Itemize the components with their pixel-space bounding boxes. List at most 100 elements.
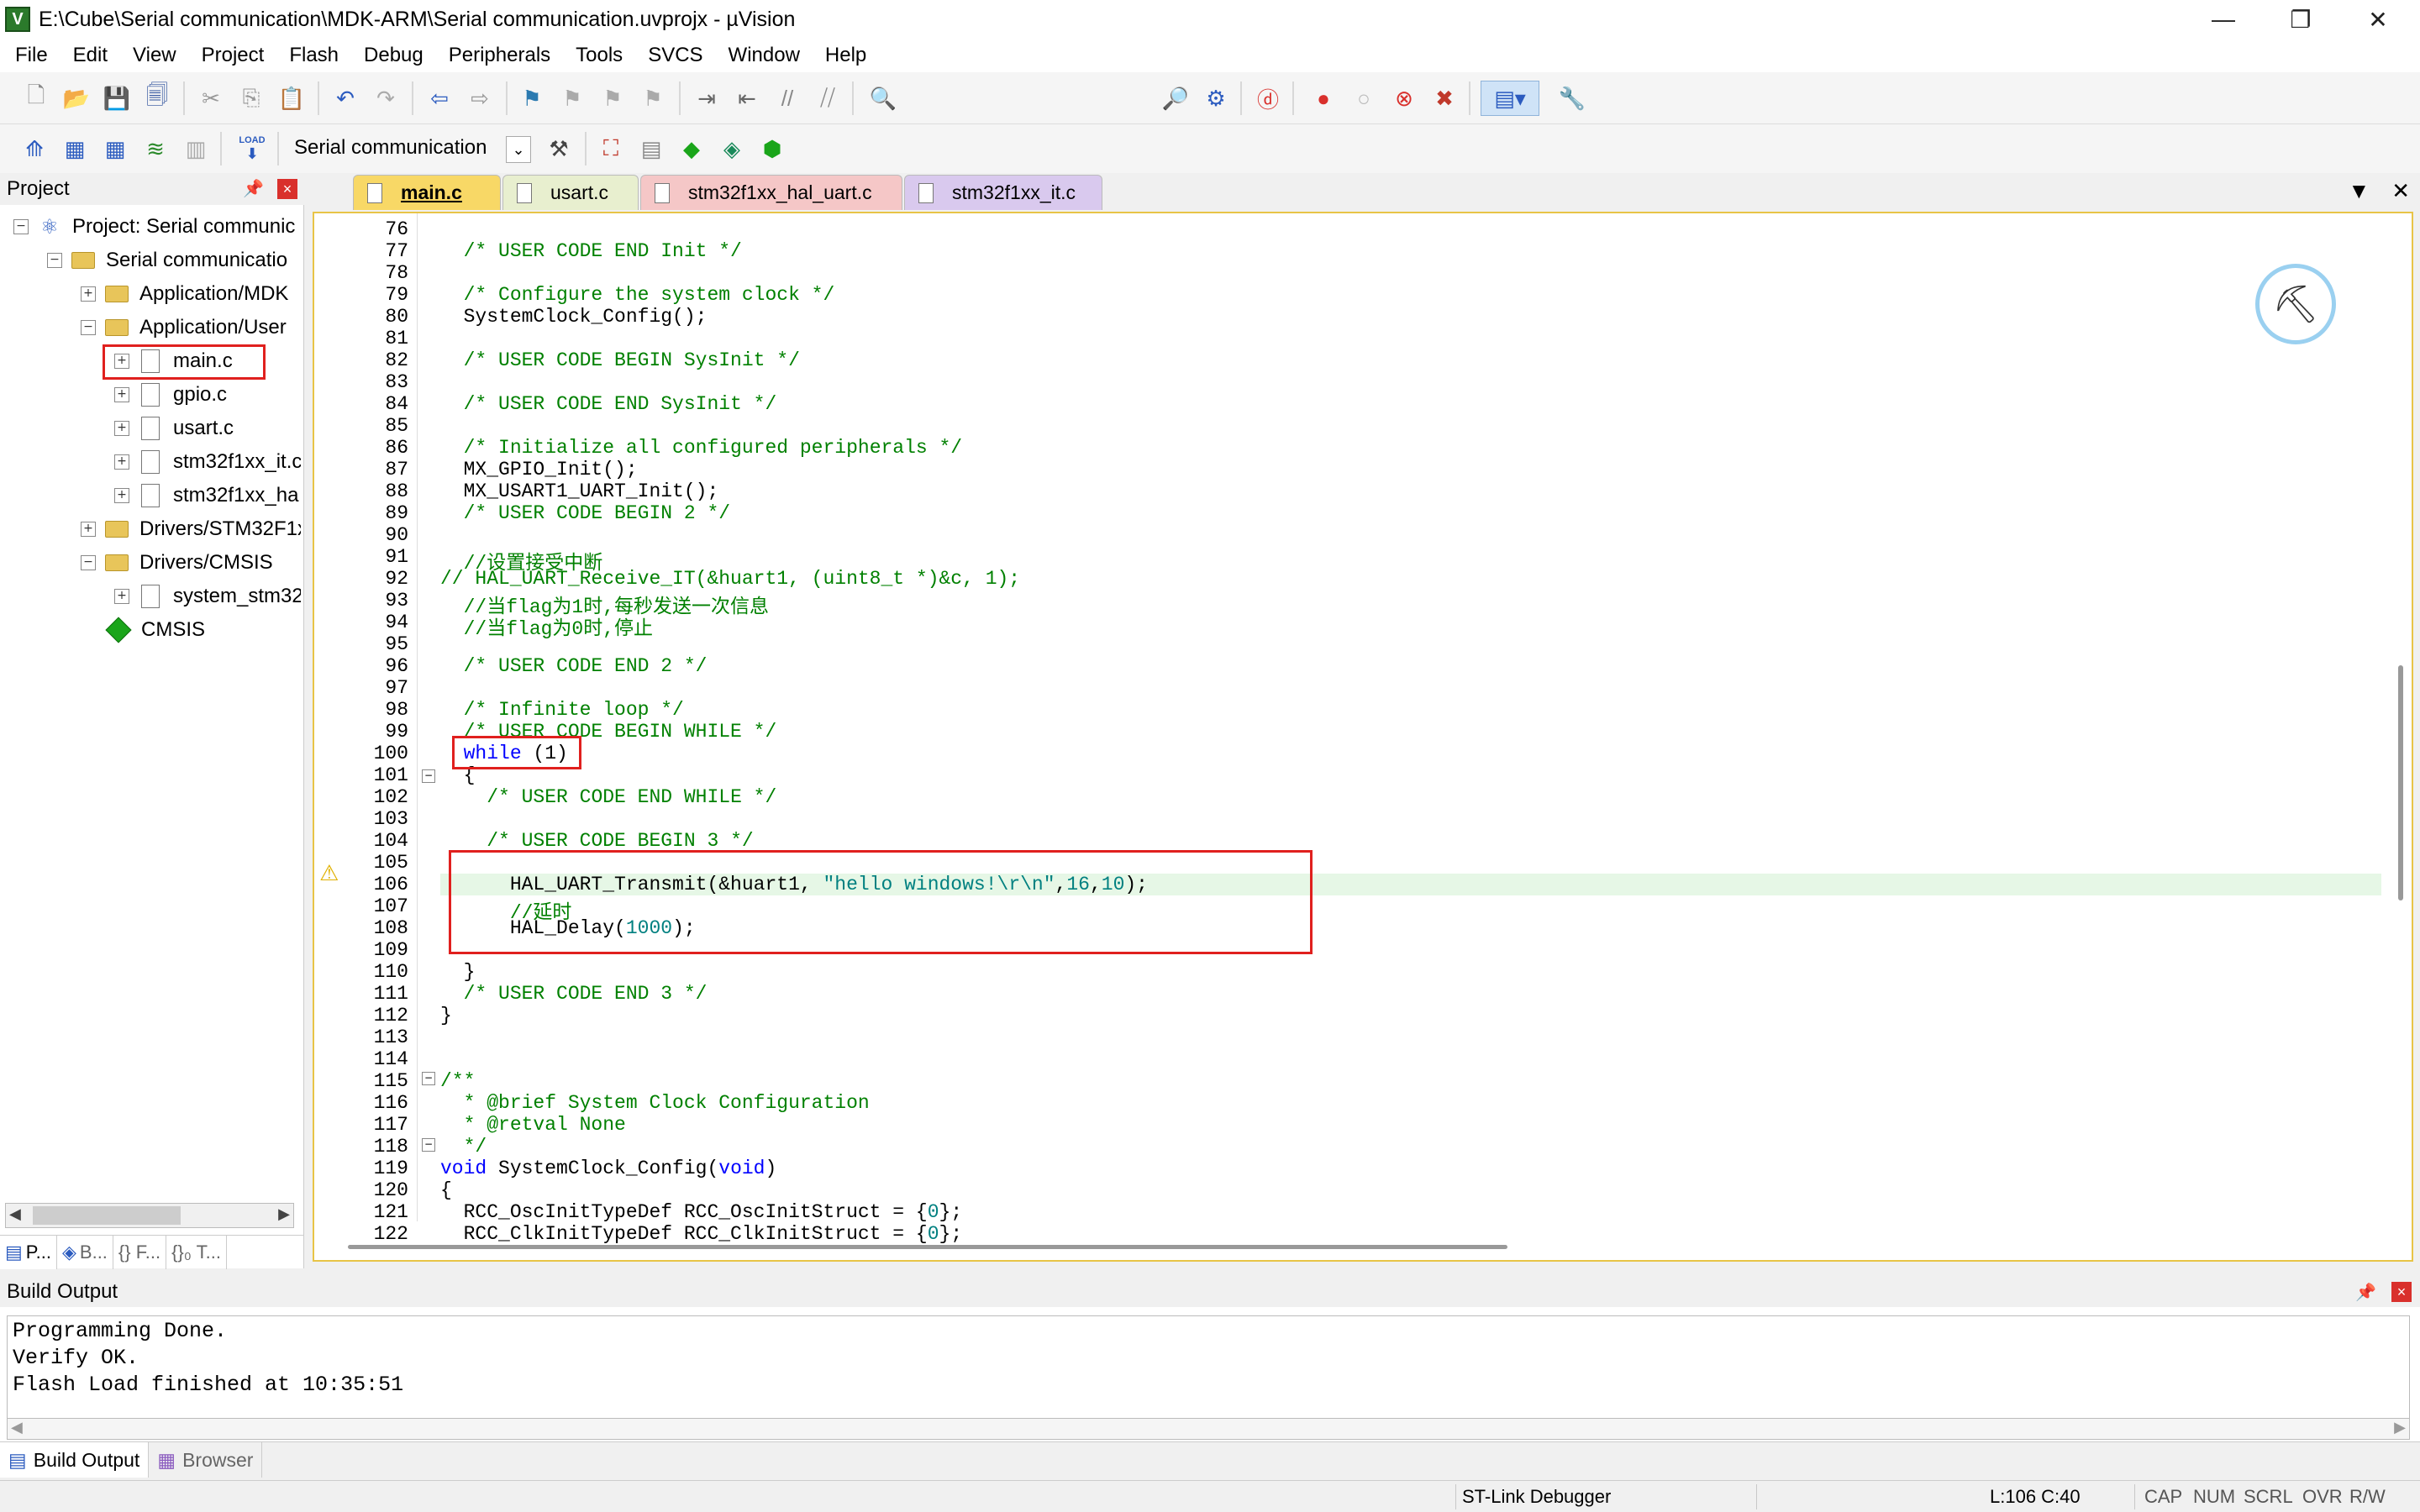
pin-icon[interactable]: 📌 (2355, 1282, 2376, 1303)
menu-file[interactable]: File (5, 44, 58, 67)
redo-icon[interactable]: ↷ (370, 82, 402, 114)
menu-svcs[interactable]: SVCS (638, 44, 713, 67)
tab-browser[interactable]: ▦ Browser (149, 1442, 263, 1478)
navigate-back-icon[interactable]: ⇦ (424, 82, 455, 114)
tree-node-drivers-cmsis[interactable]: − Drivers/CMSIS (81, 546, 273, 580)
restore-button[interactable]: ❐ (2262, 0, 2339, 39)
rebuild-icon[interactable]: ▦ (99, 133, 131, 165)
code-editor[interactable]: 76 77 78 79 80 81 82 83 84 85 86 87 88 89 90 91 92 93 94 95… (313, 212, 2413, 1262)
cut-icon[interactable]: ✂ (195, 82, 227, 114)
scroll-left-icon[interactable]: ◀ (9, 1205, 21, 1223)
collapse-icon[interactable]: − (47, 253, 62, 268)
save-icon[interactable]: 💾 (101, 82, 133, 114)
code-line[interactable]: /* USER CODE BEGIN 2 */ (440, 502, 730, 524)
tree-node-cmsis[interactable]: CMSIS (105, 613, 205, 647)
target-dropdown[interactable]: ⌄ (506, 136, 531, 163)
code-line[interactable]: { (440, 1179, 452, 1201)
code-line[interactable]: SystemClock_Config(); (440, 306, 708, 328)
expand-icon[interactable]: + (81, 286, 96, 302)
tree-node-application-user[interactable]: − Application/User (81, 311, 287, 344)
bookmark-icon[interactable]: ⚑ (516, 82, 548, 114)
code-line[interactable]: MX_USART1_UART_Init(); (440, 480, 719, 502)
incremental-find-icon[interactable]: ⚙ (1200, 82, 1232, 114)
tab-project[interactable]: ▤ P... (0, 1236, 57, 1269)
open-file-icon[interactable]: 📂 (60, 82, 92, 114)
expand-icon[interactable]: + (81, 522, 96, 537)
menu-flash[interactable]: Flash (279, 44, 349, 67)
code-line[interactable]: void SystemClock_Config(void) (440, 1158, 776, 1179)
menu-peripherals[interactable]: Peripherals (439, 44, 560, 67)
code-line[interactable]: /* Initialize all configured peripherals… (440, 437, 963, 459)
navigate-forward-icon[interactable]: ⇨ (464, 82, 496, 114)
prev-bookmark-icon[interactable]: ⚑ (556, 82, 588, 114)
code-line[interactable]: } (440, 961, 476, 983)
new-file-icon[interactable]: 🗋 (20, 82, 52, 114)
tree-node-project[interactable]: − ⚛ Project: Serial communic (13, 210, 295, 244)
expand-icon[interactable]: + (114, 421, 129, 436)
copy-icon[interactable]: ⎘ (235, 82, 267, 114)
tree-node-target[interactable]: − Serial communicatio (47, 244, 287, 277)
close-window-button[interactable]: ✕ (2339, 0, 2417, 39)
comment-icon[interactable]: // (771, 82, 803, 114)
insert-breakpoint-icon[interactable]: ● (1307, 82, 1339, 114)
find-icon[interactable]: 🔎 (1160, 82, 1192, 114)
scroll-right-icon[interactable]: ▶ (2394, 1419, 2406, 1436)
expand-icon[interactable]: + (114, 488, 129, 503)
code-line[interactable]: MX_GPIO_Init(); (440, 459, 638, 480)
code-line[interactable]: // HAL_UART_Receive_IT(&huart1, (uint8_t… (440, 568, 1020, 590)
kill-all-breakpoints-icon[interactable]: ✖ (1428, 82, 1460, 114)
menu-debug[interactable]: Debug (354, 44, 434, 67)
code-line[interactable]: /* Infinite loop */ (440, 699, 684, 721)
code-line[interactable]: //当flag为0时,停止 (440, 612, 653, 640)
minimize-button[interactable]: — (2185, 0, 2262, 39)
start-debug-icon[interactable]: ⓓ (1252, 82, 1284, 114)
menu-project[interactable]: Project (192, 44, 275, 67)
disable-all-breakpoints-icon[interactable]: ⊗ (1388, 82, 1420, 114)
tree-node-usart-c[interactable]: + usart.c (114, 412, 234, 445)
code-line[interactable]: /* USER CODE END SysInit */ (440, 393, 777, 415)
close-panel-icon[interactable]: × (2391, 1282, 2412, 1302)
menu-help[interactable]: Help (815, 44, 876, 67)
translate-icon[interactable]: ⟰ (18, 133, 50, 165)
window-layout-icon[interactable]: ▤▾ (1481, 81, 1539, 116)
configure-icon[interactable]: 🔧 (1556, 82, 1588, 114)
enable-breakpoint-icon[interactable]: ○ (1348, 82, 1380, 114)
manage-rte-icon[interactable]: ◆ (676, 133, 708, 165)
code-line[interactable]: RCC_ClkInitTypeDef RCC_ClkInitStruct = {… (440, 1223, 963, 1245)
expand-icon[interactable]: + (114, 454, 129, 470)
scroll-left-icon[interactable]: ◀ (11, 1419, 23, 1436)
tab-usart-c[interactable]: usart.c (502, 175, 639, 210)
undo-icon[interactable]: ↶ (329, 82, 361, 114)
collapse-icon[interactable]: − (81, 555, 96, 570)
unindent-icon[interactable]: ⇤ (731, 82, 763, 114)
save-all-icon[interactable]: 🗐 (141, 82, 173, 114)
editor-horizontal-scrollbar[interactable] (348, 1243, 1524, 1252)
code-line[interactable]: /** (440, 1070, 475, 1092)
target-options-icon[interactable]: ⚒ (543, 133, 575, 165)
clear-bookmarks-icon[interactable]: ⚑ (637, 82, 669, 114)
tree-node-gpio-c[interactable]: + gpio.c (114, 378, 227, 412)
next-bookmark-icon[interactable]: ⚑ (597, 82, 629, 114)
tree-node-application-mdk[interactable]: + Application/MDK (81, 277, 288, 311)
select-software-packs-icon[interactable]: ◈ (716, 133, 748, 165)
code-line[interactable]: } (440, 1005, 452, 1026)
fold-toggle-icon[interactable]: − (422, 1138, 435, 1152)
stop-build-icon[interactable]: ▥ (180, 133, 212, 165)
tab-main-c[interactable]: main.c (353, 175, 501, 210)
tab-functions[interactable]: {} F... (113, 1236, 167, 1269)
expand-icon[interactable]: + (114, 589, 129, 604)
collapse-icon[interactable]: − (13, 219, 29, 234)
build-icon[interactable]: ▦ (59, 133, 91, 165)
build-output-text[interactable]: Programming Done. Verify OK. Flash Load … (7, 1315, 2410, 1425)
tab-list-dropdown-icon[interactable]: ▼ (2348, 178, 2370, 204)
tab-books[interactable]: ◈ B... (57, 1236, 113, 1269)
tree-node-system-stm32[interactable]: + system_stm32 (114, 580, 301, 613)
target-select-value[interactable]: Serial communication (294, 136, 487, 160)
close-panel-icon[interactable]: × (277, 179, 297, 199)
code-line[interactable]: /* USER CODE END WHILE */ (440, 786, 776, 808)
tab-stm32f1xx-it-c[interactable]: stm32f1xx_it.c (904, 175, 1102, 210)
manage-multi-project-icon[interactable]: ▤ (635, 133, 667, 165)
scrollbar-thumb[interactable] (33, 1206, 181, 1225)
scrollbar-thumb[interactable] (2398, 665, 2403, 900)
collapse-icon[interactable]: − (81, 320, 96, 335)
